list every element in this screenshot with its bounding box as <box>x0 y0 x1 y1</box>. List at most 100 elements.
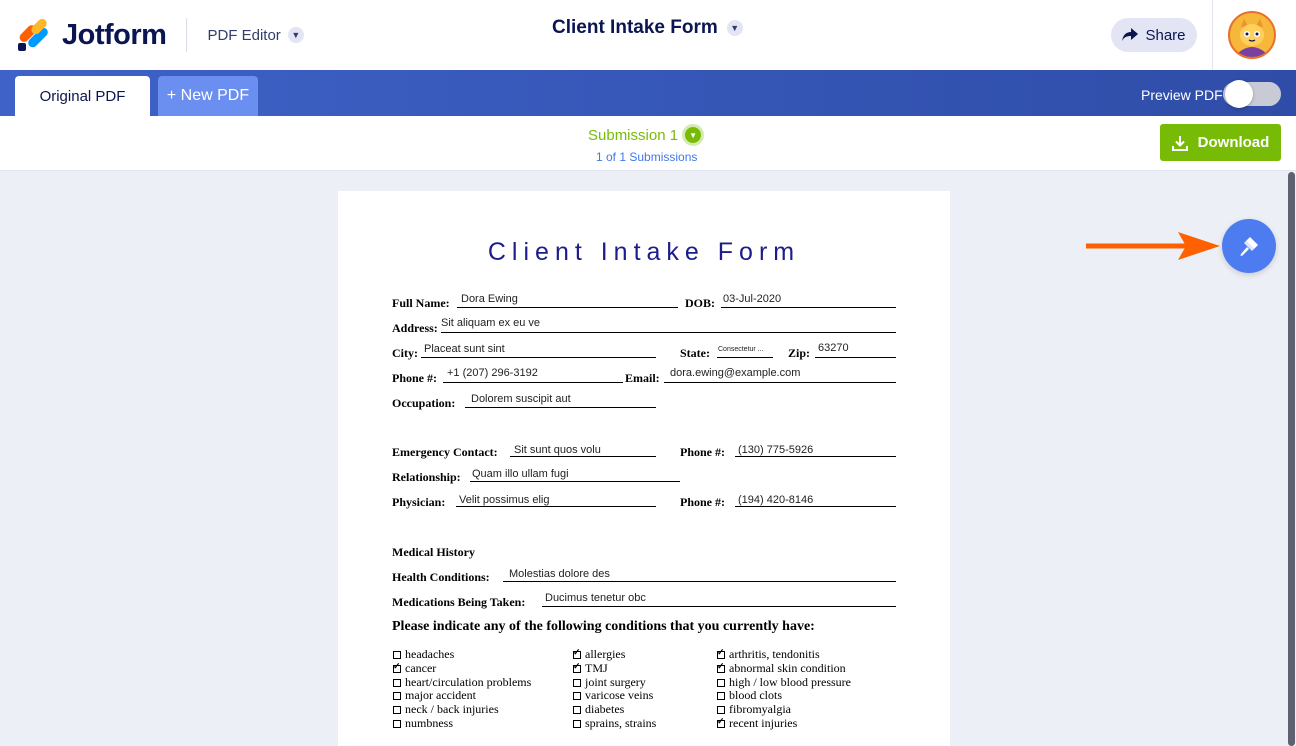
checkbox[interactable] <box>573 719 581 728</box>
physician-phone-value: (194) 420-8146 <box>738 494 814 506</box>
zip-label: Zip: <box>788 346 811 360</box>
condition-neck-back[interactable]: neck / back injuries <box>393 702 499 717</box>
condition-label: numbness <box>405 716 453 730</box>
checkbox[interactable] <box>573 705 581 714</box>
email-value: dora.ewing@example.com <box>670 367 801 379</box>
condition-numbness[interactable]: numbness <box>393 716 453 731</box>
emergency-phone-value: (130) 775-5926 <box>738 444 814 456</box>
submission-title: Submission 1 <box>588 126 679 144</box>
submission-selector[interactable]: Submission 1 ▼ <box>588 124 705 146</box>
condition-label: sprains, strains <box>585 716 657 730</box>
condition-recent-injuries[interactable]: recent injuries <box>717 716 797 731</box>
header-divider <box>1212 0 1213 70</box>
condition-label: major accident <box>405 688 476 702</box>
condition-blood-clots[interactable]: blood clots <box>717 688 782 703</box>
checkbox-checked[interactable] <box>393 661 401 673</box>
occupation-value: Dolorem suscipit aut <box>471 393 571 405</box>
state-value: Consectetur ... <box>718 346 764 353</box>
physician-label: Physician: <box>392 495 446 509</box>
new-pdf-label: + New PDF <box>166 87 250 104</box>
condition-label: TMJ <box>585 661 608 675</box>
document-title: Client Intake Form <box>487 238 801 266</box>
form-title-menu[interactable]: Client Intake Form ▼ <box>552 17 743 39</box>
condition-label: fibromyalgia <box>729 702 791 716</box>
pdf-page: Client Intake Form Full Name: Dora Ewing… <box>338 191 950 746</box>
paint-brush-icon <box>1240 237 1258 256</box>
medical-history-heading: Medical History <box>392 545 475 559</box>
condition-tmj[interactable]: TMJ <box>573 661 608 676</box>
dob-label: DOB: <box>685 296 715 310</box>
conditions-instruction: Please indicate any of the following con… <box>392 619 815 634</box>
header-divider <box>186 18 188 52</box>
condition-label: allergies <box>585 647 626 661</box>
full-name-label: Full Name: <box>392 296 450 310</box>
address-value: Sit aliquam ex eu ve <box>441 317 541 329</box>
user-avatar[interactable] <box>1228 11 1276 59</box>
top-header: Jotform PDF Editor ▼ Client Intake Form … <box>0 0 1296 70</box>
relationship-value: Quam illo ullam fugi <box>472 468 569 480</box>
condition-allergies[interactable]: allergies <box>573 647 625 662</box>
emergency-contact-label: Emergency Contact: <box>392 445 498 459</box>
arrow-annotation-icon <box>1086 232 1220 260</box>
checkbox[interactable] <box>717 691 725 700</box>
condition-diabetes[interactable]: diabetes <box>573 702 624 717</box>
share-button[interactable]: Share <box>1111 18 1197 52</box>
checkbox[interactable] <box>717 678 725 687</box>
scrollbar-thumb[interactable] <box>1288 172 1295 746</box>
checkbox-checked[interactable] <box>717 647 725 659</box>
medications-label: Medications Being Taken: <box>392 595 526 609</box>
share-arrow-icon <box>1122 28 1139 41</box>
chevron-down-icon: ▼ <box>726 20 743 36</box>
checkbox[interactable] <box>393 650 401 659</box>
chevron-down-icon: ▼ <box>682 124 705 146</box>
condition-label: varicose veins <box>585 688 654 702</box>
condition-arthritis[interactable]: arthritis, tendonitis <box>717 647 820 662</box>
condition-varicose-veins[interactable]: varicose veins <box>573 688 653 703</box>
checkbox[interactable] <box>393 705 401 714</box>
download-icon <box>1171 135 1188 151</box>
checkbox-checked[interactable] <box>573 647 581 659</box>
condition-sprains[interactable]: sprains, strains <box>573 716 656 731</box>
designer-brush-button[interactable] <box>1222 219 1276 273</box>
checkbox[interactable] <box>573 691 581 700</box>
pdf-editor-menu[interactable]: PDF Editor ▼ <box>207 26 304 44</box>
address-label: Address: <box>392 321 438 335</box>
download-button[interactable]: Download <box>1160 124 1281 161</box>
condition-label: abnormal skin condition <box>729 661 846 675</box>
checkbox-checked[interactable] <box>717 716 725 728</box>
preview-pdf-toggle[interactable] <box>1223 80 1281 108</box>
avatar-character-icon <box>1230 13 1274 57</box>
brand-name: Jotform <box>62 18 167 51</box>
phone-value: +1 (207) 296-3192 <box>447 367 538 379</box>
relationship-label: Relationship: <box>392 470 461 484</box>
condition-abnormal-skin[interactable]: abnormal skin condition <box>717 661 846 676</box>
tab-original-pdf[interactable]: Original PDF <box>15 76 150 116</box>
checkbox[interactable] <box>717 705 725 714</box>
checkbox[interactable] <box>393 719 401 728</box>
checkbox-checked[interactable] <box>573 661 581 673</box>
checkbox[interactable] <box>573 678 581 687</box>
physician-value: Velit possimus elig <box>459 494 550 506</box>
city-value: Placeat sunt sint <box>424 343 505 355</box>
condition-cancer[interactable]: cancer <box>393 661 436 676</box>
city-label: City: <box>392 346 418 360</box>
checkbox[interactable] <box>393 678 401 687</box>
checkbox-checked[interactable] <box>717 661 725 673</box>
checkbox[interactable] <box>393 691 401 700</box>
new-pdf-button[interactable]: + New PDF <box>158 76 258 116</box>
condition-label: neck / back injuries <box>405 702 499 716</box>
submission-bar: Submission 1 ▼ 1 of 1 Submissions Downlo… <box>0 116 1296 171</box>
dob-value: 03-Jul-2020 <box>723 293 782 305</box>
condition-fibromyalgia[interactable]: fibromyalgia <box>717 702 791 717</box>
condition-label: headaches <box>405 647 455 661</box>
form-title: Client Intake Form <box>552 17 718 38</box>
state-label: State: <box>680 346 710 360</box>
chevron-down-icon: ▼ <box>287 27 304 43</box>
pdf-editor-label: PDF Editor <box>207 26 281 44</box>
phone-label: Phone #: <box>392 371 437 385</box>
condition-major-accident[interactable]: major accident <box>393 688 476 703</box>
condition-headaches[interactable]: headaches <box>393 647 454 662</box>
jotform-logo[interactable]: Jotform <box>17 16 167 52</box>
full-name-value: Dora Ewing <box>461 293 518 305</box>
occupation-label: Occupation: <box>392 396 456 410</box>
